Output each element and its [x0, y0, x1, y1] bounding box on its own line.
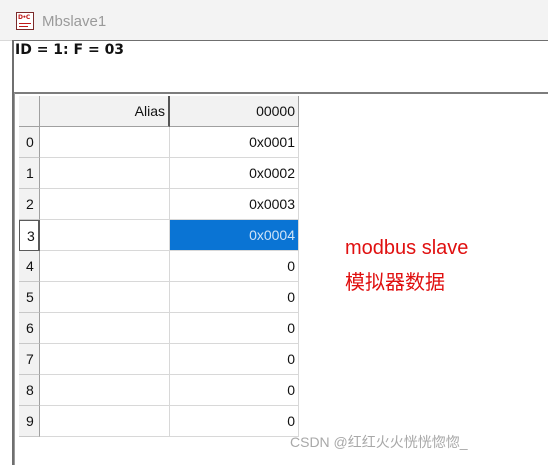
alias-cell[interactable]	[40, 282, 170, 313]
register-value-cell[interactable]: 0	[170, 251, 299, 282]
alias-cell[interactable]	[40, 375, 170, 406]
register-value-cell[interactable]: 0x0003	[170, 189, 299, 220]
row-header[interactable]: 1	[19, 158, 40, 189]
row-header[interactable]: 2	[19, 189, 40, 220]
window-title: Mbslave1	[42, 13, 107, 30]
alias-cell[interactable]	[40, 313, 170, 344]
register-value-cell[interactable]: 0	[170, 406, 299, 437]
annotation-line-2: 模拟器数据	[345, 272, 445, 294]
register-column-header[interactable]: 00000	[170, 96, 299, 127]
app-icon-line	[19, 23, 31, 24]
annotation-line-1: modbus slave	[345, 237, 469, 259]
row-header[interactable]: 9	[19, 406, 40, 437]
app-icon-line	[19, 26, 28, 27]
title-bar: D•C Mbslave1	[0, 0, 548, 41]
row-header[interactable]: 4	[19, 251, 40, 282]
alias-cell[interactable]	[40, 189, 170, 220]
alias-cell[interactable]	[40, 127, 170, 158]
app-icon-text: D•C	[18, 14, 30, 21]
row-header[interactable]: 3	[19, 220, 40, 251]
mbslave-app-icon[interactable]: D•C	[16, 12, 34, 30]
alias-column-header[interactable]: Alias	[40, 96, 170, 127]
alias-cell[interactable]	[40, 344, 170, 375]
register-value-cell[interactable]: 0	[170, 313, 299, 344]
alias-cell[interactable]	[40, 158, 170, 189]
alias-cell[interactable]	[40, 251, 170, 282]
row-header[interactable]: 7	[19, 344, 40, 375]
grid-corner-header[interactable]	[19, 96, 40, 127]
slave-id-function-header: ID = 1: F = 03	[15, 42, 125, 58]
register-value-cell[interactable]: 0x0004	[170, 220, 299, 251]
register-value-cell[interactable]: 0	[170, 282, 299, 313]
register-value-cell[interactable]: 0	[170, 375, 299, 406]
row-header[interactable]: 6	[19, 313, 40, 344]
row-header[interactable]: 0	[19, 127, 40, 158]
row-header[interactable]: 8	[19, 375, 40, 406]
row-header[interactable]: 5	[19, 282, 40, 313]
alias-cell[interactable]	[40, 220, 170, 251]
alias-cell[interactable]	[40, 406, 170, 437]
register-value-cell[interactable]: 0x0001	[170, 127, 299, 158]
register-value-cell[interactable]: 0x0002	[170, 158, 299, 189]
register-value-cell[interactable]: 0	[170, 344, 299, 375]
watermark: CSDN @红红火火恍恍惚惚_	[290, 434, 468, 450]
